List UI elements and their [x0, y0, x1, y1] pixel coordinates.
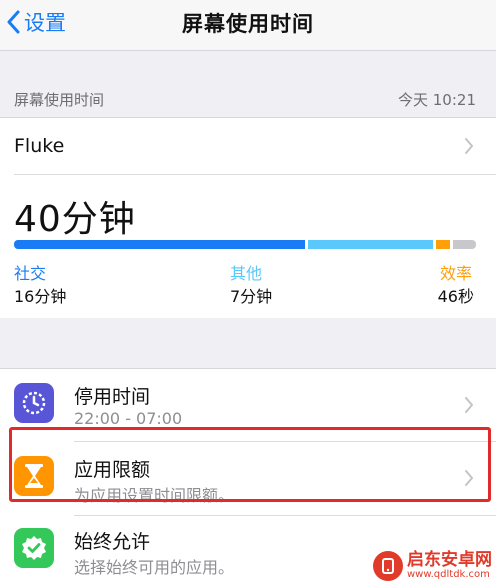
category-label: 效率: [439, 264, 472, 283]
usage-segment-other: [308, 240, 433, 249]
usage-bar: [14, 240, 476, 249]
list-item-subtitle: 22:00 - 07:00: [74, 409, 183, 428]
section-gap: [0, 318, 496, 368]
category-label: 社交: [14, 264, 47, 283]
usage-segment-remainder: [453, 240, 476, 249]
watermark-logo-icon: [373, 551, 403, 581]
device-name: Fluke: [14, 135, 65, 157]
page-title: 屏幕使用时间: [182, 12, 314, 36]
category-value: 46秒: [437, 287, 474, 306]
downtime-icon: [14, 383, 54, 423]
highlight-box: [9, 427, 491, 502]
checkmark-badge-icon: [14, 528, 54, 568]
chevron-right-icon: [465, 138, 473, 154]
category-label: 其他: [230, 264, 263, 283]
section-header-label: 屏幕使用时间: [14, 91, 105, 109]
list-item-subtitle: 选择始终可用的应用。: [74, 558, 235, 577]
list-item-title: 停用时间: [74, 386, 151, 408]
navigation-bar: 设置 屏幕使用时间: [0, 0, 496, 51]
section-header: 屏幕使用时间 今天 10:21: [0, 51, 496, 117]
usage-segment-social: [14, 240, 305, 249]
usage-segment-productivity: [436, 240, 450, 249]
watermark-url: www.qdltdk.com: [407, 568, 490, 580]
updated-time: 今天 10:21: [398, 91, 476, 109]
total-usage: 40分钟: [14, 199, 136, 240]
usage-card: Fluke 40分钟 社交 16分钟 其他 7分钟 效率 46秒: [0, 117, 496, 319]
watermark-text: 启东安卓网: [407, 549, 492, 570]
category-value: 16分钟: [14, 287, 67, 306]
category-value: 7分钟: [230, 287, 273, 306]
list-item-title: 始终允许: [74, 531, 151, 553]
watermark: 启东安卓网 www.qdltdk.com: [373, 547, 492, 585]
divider: [14, 174, 496, 175]
chevron-right-icon: [465, 397, 473, 413]
device-row[interactable]: Fluke: [0, 118, 496, 174]
